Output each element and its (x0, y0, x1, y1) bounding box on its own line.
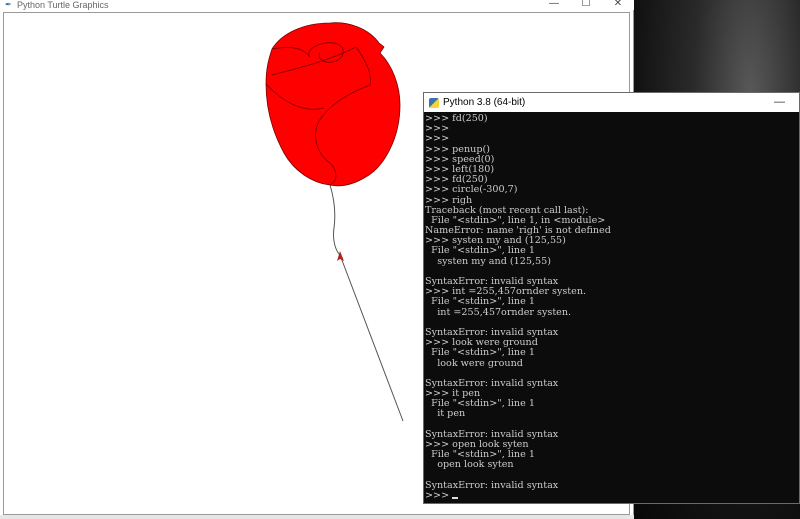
console-line: >>> circle(-300,7) (425, 184, 518, 196)
console-line: look were ground (425, 357, 523, 369)
close-button[interactable]: ✕ (602, 0, 634, 10)
console-line: open look syten (425, 459, 514, 471)
turtle-window-controls: — ☐ ✕ (538, 0, 634, 10)
console-line: SyntaxError: invalid syntax (425, 479, 559, 491)
python-titlebar[interactable]: Python 3.8 (64-bit) — (424, 93, 799, 112)
console-line: >>> fd(250) (425, 113, 488, 124)
console-line: File "<stdin>", line 1 (425, 398, 535, 410)
console-prompt-line[interactable]: >>> (425, 489, 799, 501)
desktop: ✒ Python Turtle Graphics — ☐ ✕ Python 3.… (0, 0, 800, 519)
console-prompt: >>> (425, 489, 450, 501)
minimize-button[interactable]: — (538, 0, 570, 10)
turtle-window-title: Python Turtle Graphics (17, 0, 109, 10)
console-output[interactable]: >>> fd(250) >>> >>> >>> penup() >>> speed(0)… (424, 112, 799, 503)
text-cursor (452, 496, 459, 499)
console-line: >>> (425, 123, 450, 135)
minimize-button[interactable]: — (774, 96, 785, 108)
feather-icon: ✒ (5, 0, 12, 9)
maximize-button[interactable]: ☐ (570, 0, 602, 10)
rose-stem (329, 184, 404, 422)
turtle-status-strip (0, 515, 634, 519)
python-console-window[interactable]: Python 3.8 (64-bit) — >>> fd(250) >>> >>> >… (423, 92, 800, 504)
console-line: int =255,457ornder systen. (425, 306, 572, 318)
console-line: File "<stdin>", line 1 (425, 347, 535, 359)
python-window-title: Python 3.8 (64-bit) (443, 97, 526, 108)
console-scrollbar[interactable] (793, 112, 799, 503)
console-line: systen my and (125,55) (425, 255, 551, 267)
console-line: SyntaxError: invalid syntax (425, 377, 559, 389)
python-icon (429, 97, 439, 108)
turtle-titlebar[interactable]: ✒ Python Turtle Graphics — ☐ ✕ (0, 0, 634, 10)
console-line: it pen (425, 408, 466, 420)
